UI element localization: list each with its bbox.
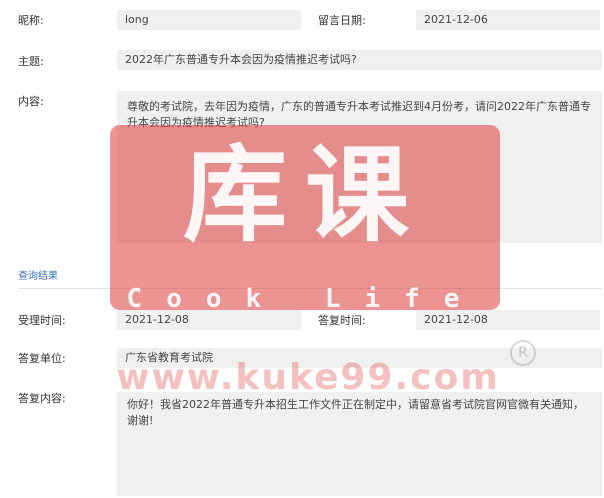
nickname-label: 昵称: bbox=[18, 14, 44, 27]
date-label: 留言日期: bbox=[318, 14, 366, 27]
nickname-field: long bbox=[117, 10, 301, 30]
watermark-logo-title: 库课 bbox=[182, 134, 427, 256]
reply-time-label: 答复时间: bbox=[318, 314, 366, 327]
reply-unit-label: 答复单位: bbox=[18, 352, 66, 365]
subject-label: 主题: bbox=[18, 55, 44, 68]
query-result-link[interactable]: 查询结果 bbox=[18, 270, 58, 284]
date-field: 2021-12-06 bbox=[416, 10, 600, 30]
subject-field: 2022年广东普通专升本会因为疫情推迟考试吗? bbox=[117, 50, 602, 70]
registered-icon: R bbox=[510, 340, 536, 366]
reply-content-label: 答复内容: bbox=[18, 392, 66, 405]
content-label: 内容: bbox=[18, 95, 44, 108]
watermark-logo-subtitle: Cook Life bbox=[126, 284, 484, 314]
accept-time-label: 受理时间: bbox=[18, 314, 66, 327]
reply-content-field: 你好！我省2022年普通专升本招生工作文件正在制定中，请留意省考试院官网官微有关… bbox=[117, 392, 602, 496]
watermark-url: www.kuke99.com bbox=[116, 357, 500, 398]
